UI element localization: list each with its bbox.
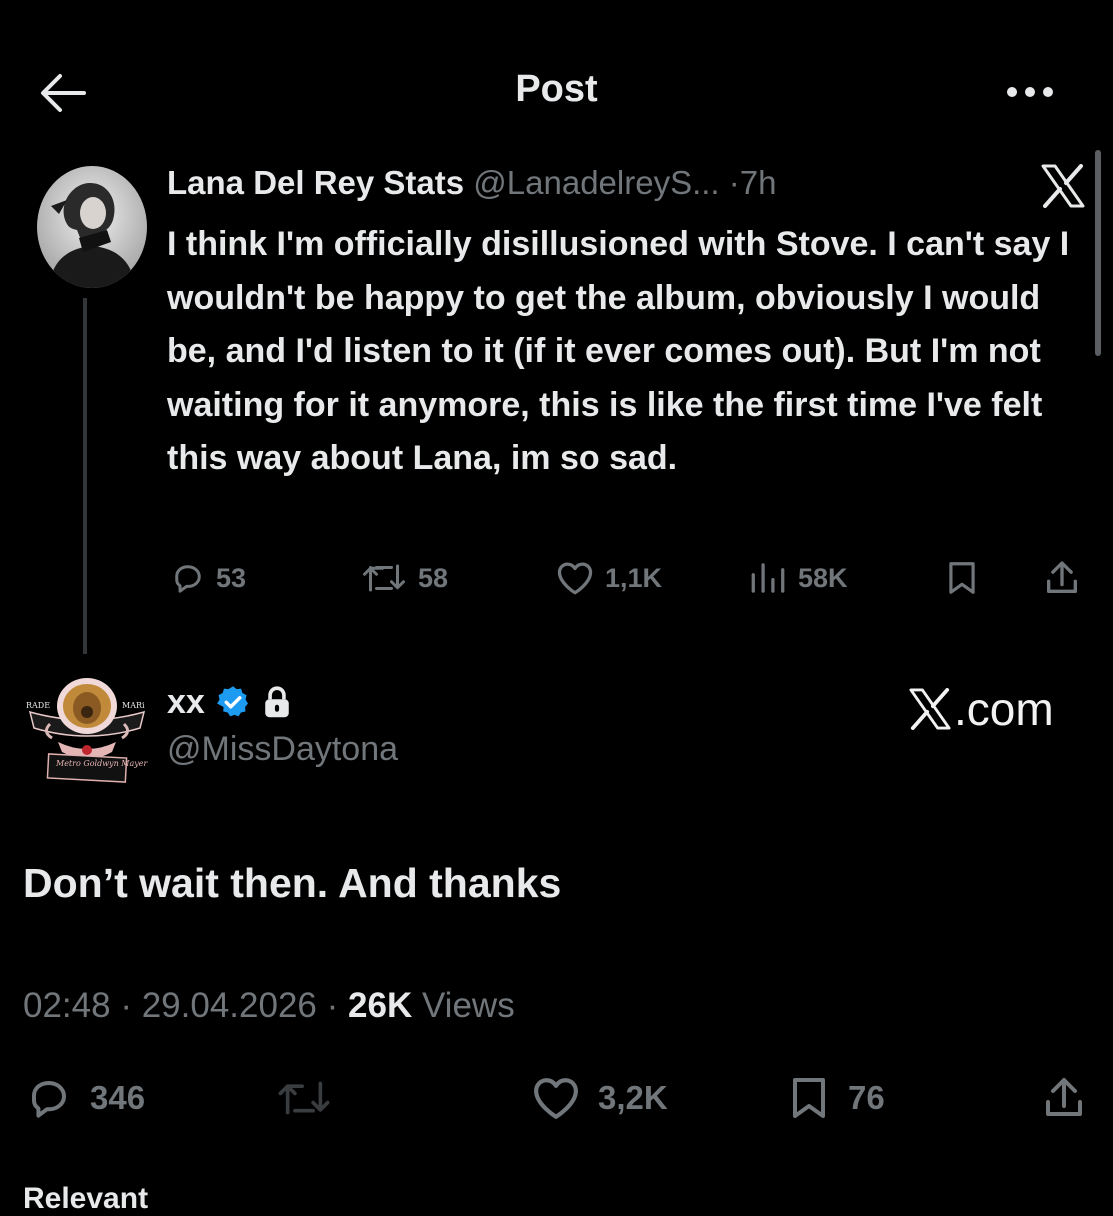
heart-icon <box>534 1078 578 1119</box>
section-heading: Relevant <box>23 1182 149 1215</box>
reply-count: 346 <box>90 1079 146 1116</box>
author-name[interactable]: xx <box>167 683 205 722</box>
post-meta: 02:48 · 29.04.2026 · 26K Views <box>23 986 515 1026</box>
repost-icon <box>278 1081 330 1115</box>
reply-button[interactable]: 346 <box>24 1076 145 1120</box>
views-count: 58K <box>798 562 848 593</box>
like-count: 1,1K <box>605 562 663 593</box>
repost-button[interactable] <box>274 1076 334 1120</box>
reply-button[interactable]: 53 <box>170 558 246 598</box>
share-button[interactable] <box>1042 558 1082 598</box>
author-name[interactable]: Lana Del Rey Stats <box>167 164 464 201</box>
quoted-post-text: I think I'm officially disillusioned wit… <box>167 225 1070 477</box>
bookmark-button[interactable]: 76 <box>786 1076 885 1120</box>
verified-badge-icon <box>216 686 248 717</box>
avatar[interactable]: Metro Goldwyn Mayer RADE MARi <box>22 672 152 784</box>
avatar-left-text: RADE <box>26 701 50 710</box>
reply-icon <box>175 565 201 593</box>
quoted-post-header: Lana Del Rey Stats @LanadelreyS... ·7h <box>167 164 777 202</box>
post-time[interactable]: 7h <box>740 164 777 201</box>
post-time[interactable]: 02:48 <box>23 986 111 1025</box>
share-icon <box>1047 561 1077 593</box>
bookmark-icon <box>949 562 975 594</box>
more-horizontal-icon <box>1007 87 1053 97</box>
views-count[interactable]: 26K <box>348 986 412 1025</box>
mgm-logo-avatar: Metro Goldwyn Mayer RADE MARi <box>26 678 148 783</box>
separator: · <box>728 164 740 201</box>
heart-icon <box>557 562 593 595</box>
reply-icon <box>32 1081 66 1118</box>
reply-count: 53 <box>216 562 247 593</box>
bookmark-icon <box>793 1078 825 1118</box>
repost-icon <box>363 564 405 592</box>
lock-icon <box>265 686 289 718</box>
author-row: xx <box>167 680 293 724</box>
separator: · <box>120 986 132 1025</box>
author-handle[interactable]: @LanadelreyS... <box>473 164 719 201</box>
views-label[interactable]: Views <box>422 986 515 1025</box>
like-count: 3,2K <box>598 1079 668 1116</box>
watermark-domain: .com <box>954 683 1054 735</box>
bookmark-button[interactable] <box>944 558 980 598</box>
views-chart-icon <box>751 563 785 593</box>
separator: · <box>326 986 339 1025</box>
views-button[interactable]: 58K <box>748 558 848 598</box>
page-title: Post <box>515 68 598 110</box>
share-icon <box>1046 1078 1082 1116</box>
avatar[interactable] <box>37 166 147 288</box>
post-text: Don’t wait then. And thanks <box>23 860 562 906</box>
repost-count: 58 <box>418 562 449 593</box>
x-logo-icon <box>909 688 951 730</box>
like-button[interactable]: 1,1K <box>555 558 662 598</box>
repost-button[interactable]: 58 <box>360 558 448 598</box>
avatar-photo <box>37 166 147 288</box>
post-date[interactable]: 29.04.2026 <box>142 986 317 1025</box>
like-button[interactable]: 3,2K <box>530 1076 668 1120</box>
avatar-right-text: MARi <box>122 701 145 710</box>
more-button[interactable] <box>1002 80 1058 104</box>
avatar-banner-text: Metro Goldwyn Mayer <box>55 759 148 768</box>
x-logo-icon <box>1040 164 1086 208</box>
x-watermark: .com <box>908 682 1054 736</box>
thread-line <box>83 298 87 654</box>
share-button[interactable] <box>1040 1076 1088 1120</box>
bookmark-count: 76 <box>848 1079 885 1116</box>
author-handle[interactable]: @MissDaytona <box>167 730 398 769</box>
